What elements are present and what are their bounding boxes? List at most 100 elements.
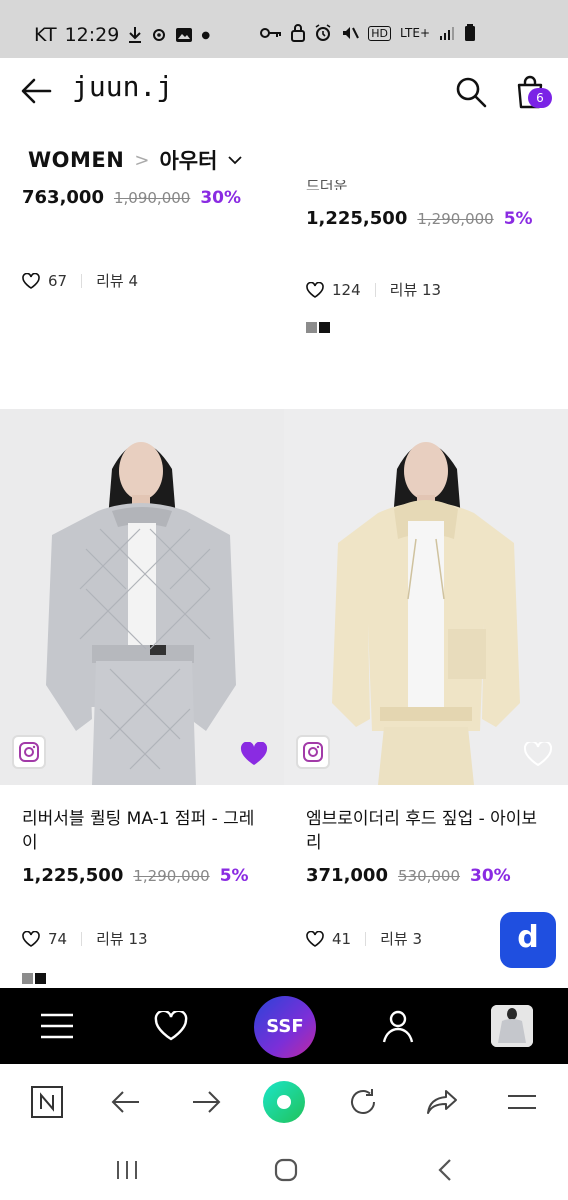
original-price: 1,290,000: [417, 210, 494, 228]
recent-viewed-thumbnail[interactable]: [491, 1005, 533, 1047]
d-floating-button[interactable]: d: [500, 912, 556, 968]
swatch-gray[interactable]: [306, 322, 317, 333]
swatch-black[interactable]: [35, 973, 46, 984]
status-left: KT 12:29 ●: [34, 24, 210, 46]
green-circle-icon: [263, 1081, 305, 1123]
android-nav-bar: [0, 1140, 568, 1200]
divider: [81, 273, 83, 288]
review-count[interactable]: 리뷰 4: [96, 270, 138, 291]
location-icon: [153, 29, 166, 41]
refresh-button[interactable]: [345, 1084, 381, 1120]
sale-price: 1,225,500: [22, 865, 124, 886]
product-card[interactable]: 763,000 1,090,000 30% 67 리뷰 4: [0, 180, 284, 291]
sale-price: 763,000: [22, 187, 104, 208]
product-info: 리버서블 퀼팅 MA-1 점퍼 - 그레이 1,225,500 1,290,00…: [0, 807, 284, 984]
sale-price: 371,000: [306, 865, 388, 886]
heart-icon[interactable]: [22, 272, 40, 289]
carrier-label: KT: [34, 24, 57, 46]
breadcrumb-category[interactable]: 아우터: [159, 145, 217, 175]
review-count[interactable]: 리뷰 13: [390, 279, 441, 300]
green-dot-button[interactable]: [262, 1080, 306, 1124]
product-card[interactable]: 드더운 1,225,500 1,290,000 5% 124 리뷰 13: [284, 180, 568, 333]
back-arrow-icon[interactable]: [20, 77, 52, 105]
lte-label: LTE+: [400, 26, 430, 40]
original-price: 530,000: [397, 867, 461, 885]
product-image[interactable]: [284, 409, 568, 785]
arrow-left-icon: [111, 1091, 139, 1113]
meta-row: 124 리뷰 13: [284, 279, 568, 300]
wishlist-button[interactable]: [147, 1002, 195, 1050]
swatch-black[interactable]: [319, 322, 330, 333]
heart-outline-icon: [154, 1011, 188, 1041]
wishlist-heart-outline-icon[interactable]: [524, 742, 552, 766]
menu-lines-icon: [508, 1095, 536, 1109]
discount-rate: 5%: [219, 866, 249, 886]
status-right: HD LTE+: [260, 24, 476, 42]
heart-icon[interactable]: [306, 930, 324, 947]
meta-row: 74 리뷰 13: [0, 928, 284, 949]
like-count: 41: [332, 929, 352, 948]
instagram-icon: [19, 742, 39, 762]
divider: [374, 282, 376, 297]
original-price: 1,090,000: [113, 189, 191, 207]
key-icon: [260, 28, 282, 38]
breadcrumb-women[interactable]: WOMEN: [28, 148, 124, 172]
review-count[interactable]: 리뷰 3: [380, 928, 422, 949]
price-row: 371,000 530,000 30%: [284, 865, 568, 886]
instagram-button[interactable]: [296, 735, 330, 769]
product-grid: 763,000 1,090,000 30% 67 리뷰 4 드더운 1,225,…: [0, 180, 568, 988]
discount-rate: 5%: [503, 209, 533, 229]
signal-icon: [440, 27, 454, 40]
my-page-button[interactable]: [374, 1002, 422, 1050]
heart-icon[interactable]: [306, 281, 324, 298]
chevron-down-icon[interactable]: [227, 154, 243, 166]
person-icon: [382, 1010, 414, 1043]
alarm-icon: [315, 24, 331, 41]
notification-dot-icon: ●: [201, 29, 211, 41]
price-row: 1,225,500 1,290,000 5%: [0, 865, 284, 886]
ssf-home-button[interactable]: SSF: [254, 996, 316, 1058]
breadcrumb: WOMEN > 아우터: [28, 140, 568, 180]
share-arrow-icon: [427, 1090, 457, 1114]
color-swatches: [284, 322, 568, 333]
instagram-icon: [303, 742, 323, 762]
share-button[interactable]: [424, 1084, 460, 1120]
naver-n-icon: [31, 1086, 63, 1118]
like-count: 124: [332, 280, 361, 299]
mute-icon: [343, 27, 360, 39]
lock-icon: [291, 24, 306, 42]
app-header: juun.j: [0, 58, 568, 124]
home-button[interactable]: [272, 1156, 300, 1184]
download-icon: [129, 27, 142, 43]
clock: 12:29: [64, 24, 120, 46]
heart-icon[interactable]: [22, 930, 40, 947]
naver-button[interactable]: [29, 1084, 65, 1120]
price-row: 763,000 1,090,000 30%: [0, 187, 284, 208]
product-name[interactable]: 리버서블 퀼팅 MA-1 점퍼 - 그레이: [0, 807, 284, 855]
review-count[interactable]: 리뷰 13: [96, 928, 147, 949]
chevron-left-icon: [438, 1159, 451, 1181]
system-back-button[interactable]: [431, 1156, 459, 1184]
gallery-icon: [176, 28, 193, 42]
product-image[interactable]: [0, 409, 284, 785]
instagram-button[interactable]: [12, 735, 46, 769]
swatch-gray[interactable]: [22, 973, 33, 984]
product-name[interactable]: 엠브로이더리 후드 짚업 - 아이보리: [284, 807, 568, 855]
status-bar: KT 12:29 ● HD LTE+: [0, 0, 568, 58]
browser-forward-button[interactable]: [188, 1084, 224, 1120]
browser-menu-button[interactable]: [504, 1084, 540, 1120]
menu-button[interactable]: [33, 1002, 81, 1050]
wishlist-heart-filled-icon[interactable]: [240, 742, 268, 766]
hamburger-menu-icon: [41, 1013, 73, 1039]
like-count: 74: [48, 929, 68, 948]
arrow-right-icon: [193, 1091, 221, 1113]
browser-back-button[interactable]: [108, 1084, 144, 1120]
divider: [81, 931, 83, 946]
model-illustration: [0, 409, 284, 785]
color-swatches: [0, 973, 284, 984]
brand-logo[interactable]: juun.j: [72, 70, 173, 103]
recent-apps-button[interactable]: [113, 1156, 141, 1184]
search-icon[interactable]: [455, 76, 487, 108]
discount-rate: 30%: [200, 188, 242, 208]
original-price: 1,290,000: [133, 867, 210, 885]
